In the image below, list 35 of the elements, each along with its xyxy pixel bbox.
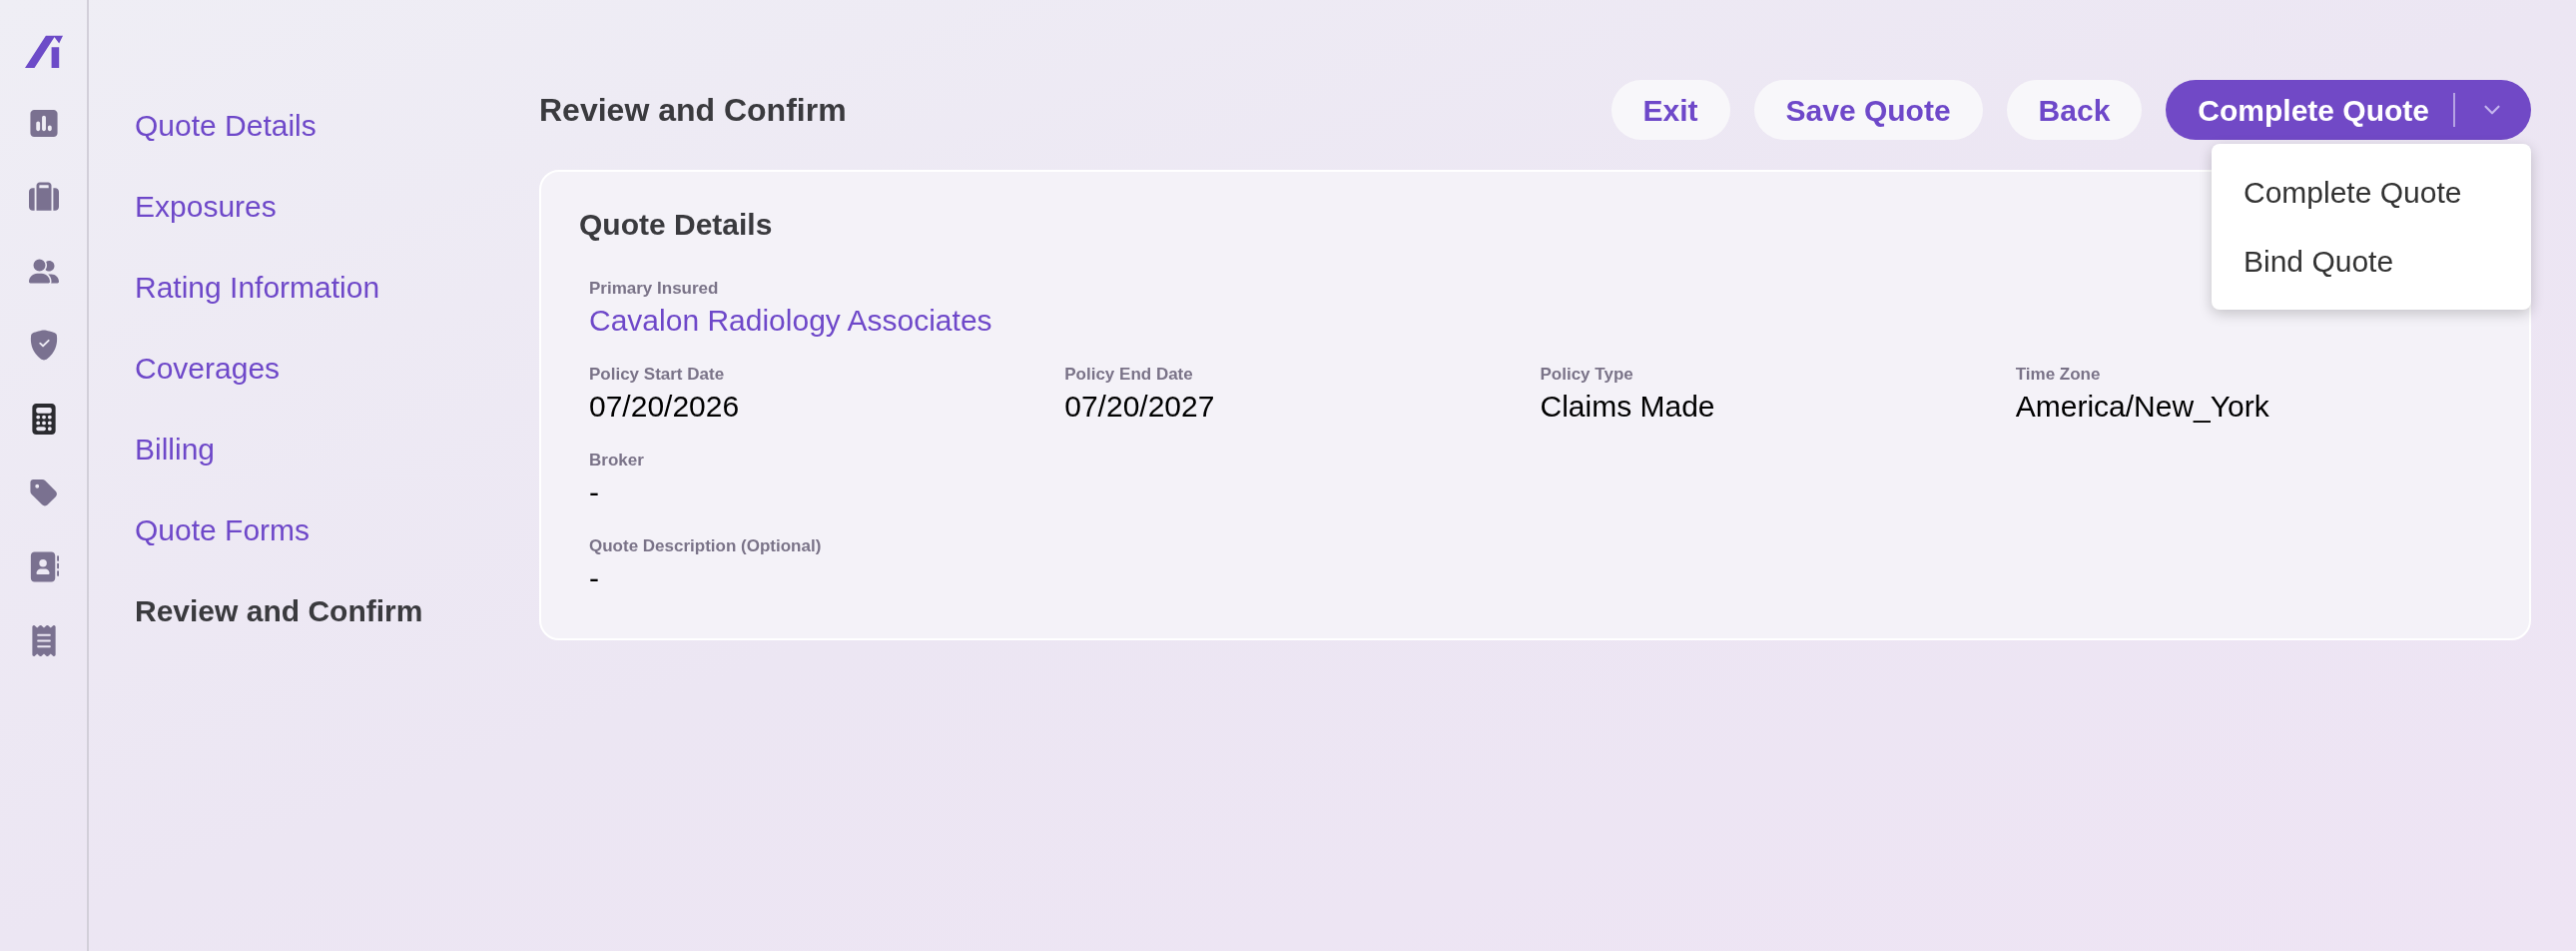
shield-check-icon[interactable] — [28, 330, 59, 361]
nav-link[interactable]: Billing — [135, 429, 216, 470]
toolbar-button[interactable]: Exit — [1610, 80, 1730, 140]
nav-link[interactable]: Quote Forms — [135, 509, 311, 550]
nav-link[interactable]: Exposures — [135, 186, 277, 227]
tag-icon[interactable] — [28, 477, 59, 508]
field-value: - — [589, 475, 599, 510]
field-label: Time Zone — [2015, 364, 2102, 386]
briefcase-icon[interactable] — [28, 182, 59, 213]
complete-quote-label[interactable]: Complete Quote — [2198, 87, 2429, 133]
field-value: Claims Made — [1540, 389, 1715, 425]
field-label: Primary Insured — [589, 278, 720, 300]
nav-link[interactable]: Quote Details — [135, 105, 317, 146]
contact-book-icon[interactable] — [28, 551, 59, 582]
bar-chart-icon[interactable] — [28, 108, 59, 139]
field-label: Quote Description (Optional) — [589, 535, 823, 557]
toolbar-button[interactable]: Save Quote — [1753, 80, 1983, 140]
nav-link[interactable]: Rating Information — [135, 267, 380, 308]
insured-link[interactable]: Cavalon Radiology Associates — [589, 301, 992, 341]
field-value: 07/20/2026 — [589, 389, 740, 425]
field-value: - — [589, 560, 599, 596]
page-title: Review and Confirm — [539, 91, 847, 130]
nav-link[interactable]: Review and Confirm — [135, 590, 423, 631]
field-label: Policy End Date — [1064, 364, 1194, 386]
nav-link[interactable]: Coverages — [135, 348, 281, 389]
split-button[interactable]: Complete Quote — [2166, 80, 2531, 140]
field-value: 07/20/2027 — [1064, 389, 1215, 425]
toolbar-button[interactable]: Back — [2006, 80, 2143, 140]
field-label: Policy Start Date — [589, 364, 726, 386]
field-value: America/New_York — [2015, 389, 2269, 425]
field-label: Policy Type — [1540, 364, 1634, 386]
card-title: Quote Details — [579, 207, 774, 243]
menu-item[interactable]: Complete Quote — [2212, 158, 2531, 227]
menu-item[interactable]: Bind Quote — [2212, 227, 2531, 296]
field-label: Broker — [589, 450, 645, 472]
